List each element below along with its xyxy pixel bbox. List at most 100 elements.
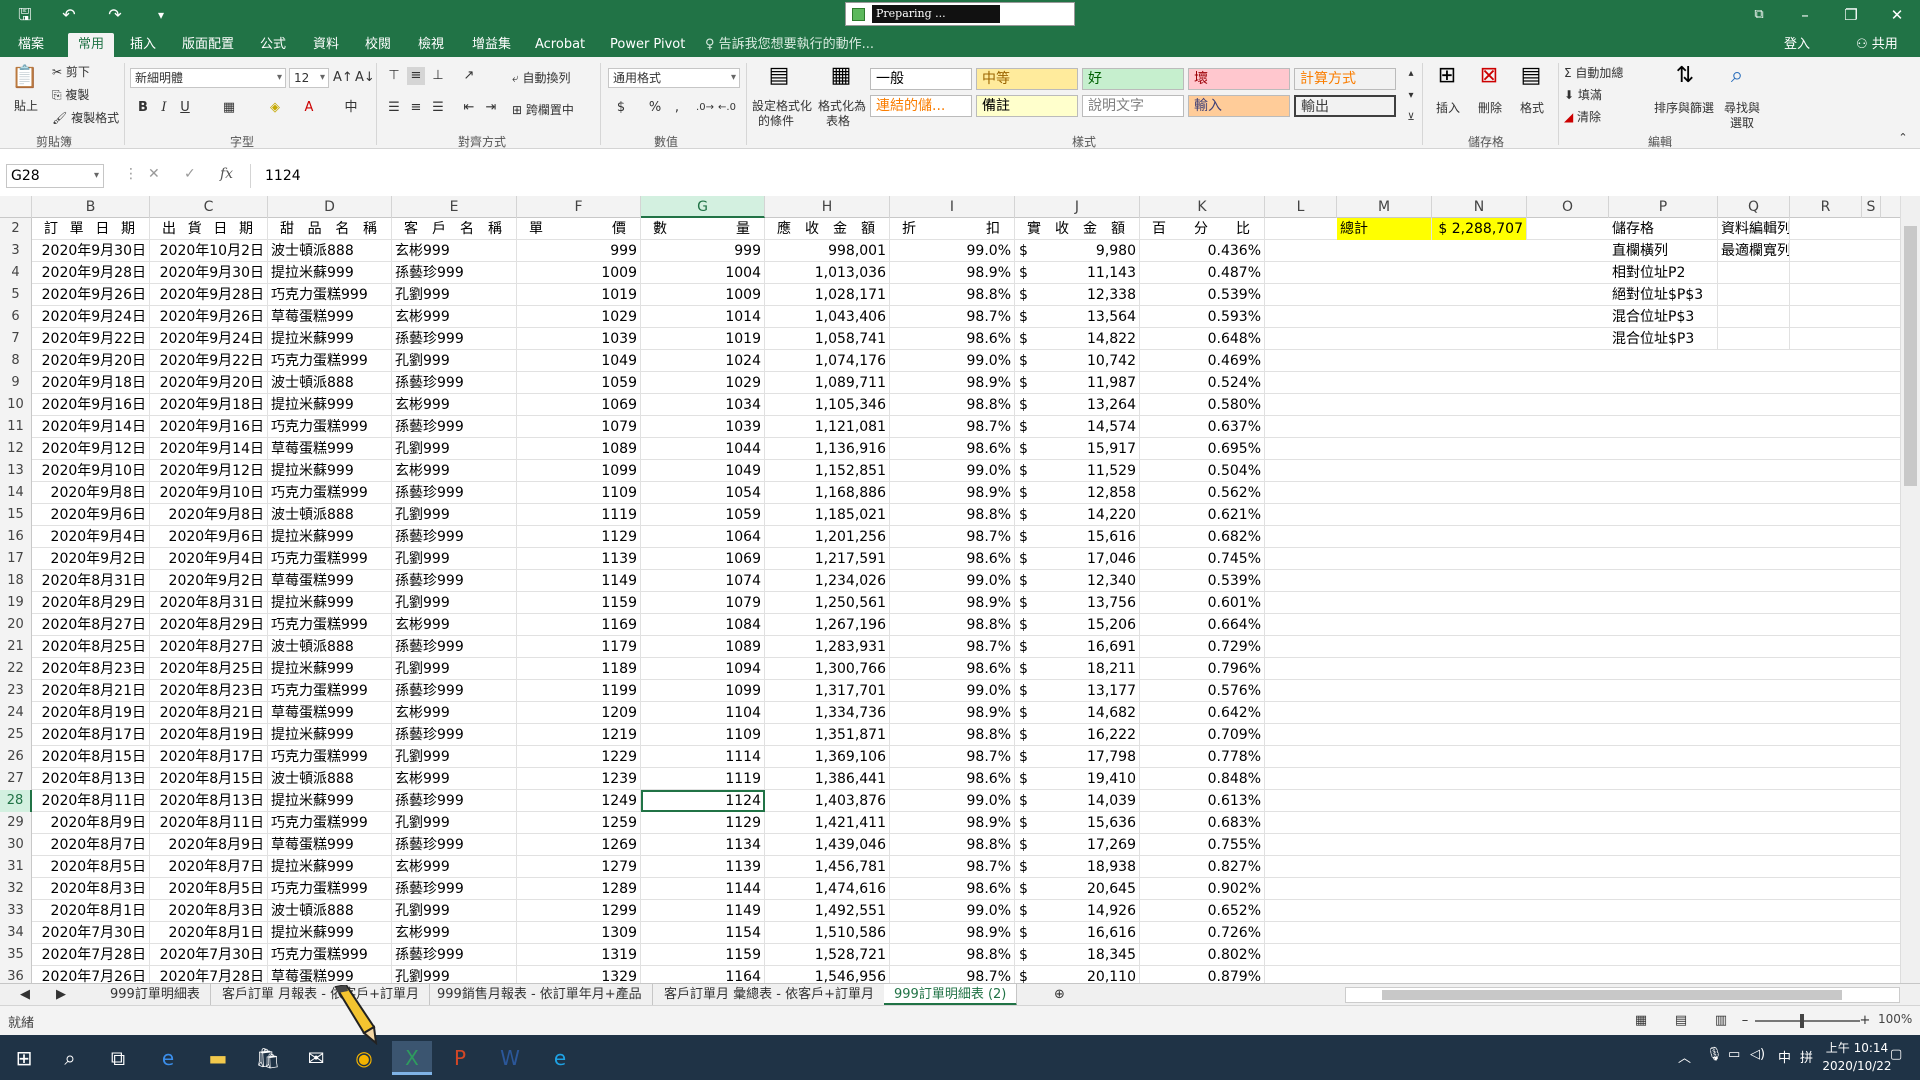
percentage[interactable]: 0.637% — [1140, 416, 1265, 438]
column-header-j[interactable]: J — [1015, 196, 1140, 218]
percentage[interactable]: 0.664% — [1140, 614, 1265, 636]
customer-name[interactable]: 孫藝珍999 — [392, 790, 517, 812]
amount-receivable[interactable]: 1,201,256 — [765, 526, 890, 548]
note-q[interactable] — [1718, 306, 1790, 328]
discount[interactable]: 99.0% — [890, 790, 1015, 812]
unit-price[interactable]: 1179 — [517, 636, 641, 658]
order-date[interactable]: 2020年8月27日 — [32, 614, 150, 636]
order-date[interactable]: 2020年9月30日 — [32, 240, 150, 262]
quantity[interactable]: 1129 — [641, 812, 765, 834]
discount[interactable]: 98.8% — [890, 614, 1015, 636]
customer-name[interactable]: 玄彬999 — [392, 768, 517, 790]
align-top-icon[interactable]: ⊤ — [385, 67, 403, 85]
column-title-g[interactable]: 數量 — [641, 218, 765, 240]
comma-icon[interactable]: , — [668, 99, 686, 117]
edge-icon[interactable]: e — [148, 1041, 188, 1075]
row-header[interactable]: 19 — [0, 592, 32, 614]
order-date[interactable]: 2020年8月11日 — [32, 790, 150, 812]
discount[interactable]: 98.9% — [890, 922, 1015, 944]
amount-receivable[interactable]: 1,317,701 — [765, 680, 890, 702]
phonetic-icon[interactable]: 中 — [342, 99, 360, 117]
cut-button[interactable]: ✂ 剪下 — [52, 63, 90, 80]
customer-name[interactable]: 孫藝珍999 — [392, 724, 517, 746]
network-icon[interactable]: ▭ — [1728, 1047, 1740, 1062]
unit-price[interactable]: 1099 — [517, 460, 641, 482]
ship-date[interactable]: 2020年9月14日 — [150, 438, 268, 460]
decrease-decimal-icon[interactable]: ←.0 — [718, 99, 736, 117]
order-date[interactable]: 2020年8月1日 — [32, 900, 150, 922]
column-header-i[interactable]: I — [890, 196, 1015, 218]
ship-date[interactable]: 2020年8月5日 — [150, 878, 268, 900]
italic-icon[interactable]: I — [155, 99, 173, 117]
tab-insert[interactable]: 插入 — [130, 33, 156, 57]
order-date[interactable]: 2020年9月14日 — [32, 416, 150, 438]
percentage[interactable]: 0.601% — [1140, 592, 1265, 614]
dessert-name[interactable]: 巧克力蛋糕999 — [268, 812, 392, 834]
tab-review[interactable]: 校閱 — [365, 33, 391, 57]
tray-chevron-icon[interactable]: ︿ — [1678, 1047, 1691, 1066]
dessert-name[interactable]: 巧克力蛋糕999 — [268, 944, 392, 966]
ship-date[interactable]: 2020年8月23日 — [150, 680, 268, 702]
amount-receivable[interactable]: 1,267,196 — [765, 614, 890, 636]
row-header[interactable]: 24 — [0, 702, 32, 724]
windows-start-icon[interactable]: ⊞ — [4, 1041, 44, 1075]
row-header[interactable]: 35 — [0, 944, 32, 966]
customer-name[interactable]: 孫藝珍999 — [392, 878, 517, 900]
tell-me-box[interactable]: ♀ 告訴我您想要執行的動作... — [705, 33, 874, 57]
customer-name[interactable]: 孔劉999 — [392, 350, 517, 372]
quantity[interactable]: 1039 — [641, 416, 765, 438]
quantity[interactable]: 1164 — [641, 966, 765, 983]
unit-price[interactable]: 1319 — [517, 944, 641, 966]
quantity[interactable]: 1064 — [641, 526, 765, 548]
customer-name[interactable]: 孔劉999 — [392, 504, 517, 526]
percentage[interactable]: 0.524% — [1140, 372, 1265, 394]
ship-date[interactable]: 2020年9月10日 — [150, 482, 268, 504]
quantity[interactable]: 1069 — [641, 548, 765, 570]
dessert-name[interactable]: 巧克力蛋糕999 — [268, 416, 392, 438]
amount-receivable[interactable]: 1,334,736 — [765, 702, 890, 724]
share-button[interactable]: ⚇ 共用 — [1856, 33, 1898, 57]
row-header[interactable]: 27 — [0, 768, 32, 790]
summary-value[interactable]: $ 2,288,707 — [1432, 218, 1527, 240]
dessert-name[interactable]: 提拉米蘇999 — [268, 922, 392, 944]
note-q[interactable] — [1718, 284, 1790, 306]
order-date[interactable]: 2020年8月5日 — [32, 856, 150, 878]
dessert-name[interactable]: 巧克力蛋糕999 — [268, 548, 392, 570]
row-header[interactable]: 6 — [0, 306, 32, 328]
ship-date[interactable]: 2020年9月18日 — [150, 394, 268, 416]
column-header-p[interactable]: P — [1609, 196, 1718, 218]
customer-name[interactable]: 孔劉999 — [392, 966, 517, 983]
page-break-icon[interactable]: ▥ — [1712, 1012, 1730, 1030]
net-amount[interactable]: $15,917 — [1015, 438, 1140, 460]
ship-date[interactable]: 2020年8月27日 — [150, 636, 268, 658]
order-date[interactable]: 2020年8月25日 — [32, 636, 150, 658]
customer-name[interactable]: 孫藝珍999 — [392, 834, 517, 856]
unit-price[interactable]: 1249 — [517, 790, 641, 812]
column-title-f[interactable]: 單價 — [517, 218, 641, 240]
discount[interactable]: 98.6% — [890, 328, 1015, 350]
customer-name[interactable]: 孫藝珍999 — [392, 262, 517, 284]
net-amount[interactable]: $11,987 — [1015, 372, 1140, 394]
amount-receivable[interactable]: 1,136,916 — [765, 438, 890, 460]
cell-style-9[interactable]: 輸出 — [1294, 95, 1396, 117]
quantity[interactable]: 1144 — [641, 878, 765, 900]
customer-name[interactable]: 孫藝珍999 — [392, 372, 517, 394]
copy-button[interactable]: ⎘ 複製 — [52, 86, 89, 103]
order-date[interactable]: 2020年9月22日 — [32, 328, 150, 350]
cancel-icon[interactable]: ✕ — [148, 166, 160, 182]
currency-icon[interactable]: $ — [612, 99, 630, 117]
task-view-icon[interactable]: ⧉ — [98, 1041, 138, 1075]
bold-icon[interactable]: B — [134, 99, 152, 117]
discount[interactable]: 98.7% — [890, 856, 1015, 878]
net-amount[interactable]: $12,340 — [1015, 570, 1140, 592]
signin-link[interactable]: 登入 — [1784, 33, 1810, 57]
customer-name[interactable]: 玄彬999 — [392, 614, 517, 636]
column-title-h[interactable]: 應收金額 — [765, 218, 890, 240]
cell-style-6[interactable]: 備註 — [976, 95, 1078, 117]
unit-price[interactable]: 1139 — [517, 548, 641, 570]
dessert-name[interactable]: 草莓蛋糕999 — [268, 702, 392, 724]
align-left-icon[interactable]: ☰ — [385, 99, 403, 117]
row-header[interactable]: 30 — [0, 834, 32, 856]
sheet-tab[interactable]: 客戶訂單 月報表 - 依客戶+訂單月 — [212, 984, 430, 1006]
row-header[interactable]: 23 — [0, 680, 32, 702]
